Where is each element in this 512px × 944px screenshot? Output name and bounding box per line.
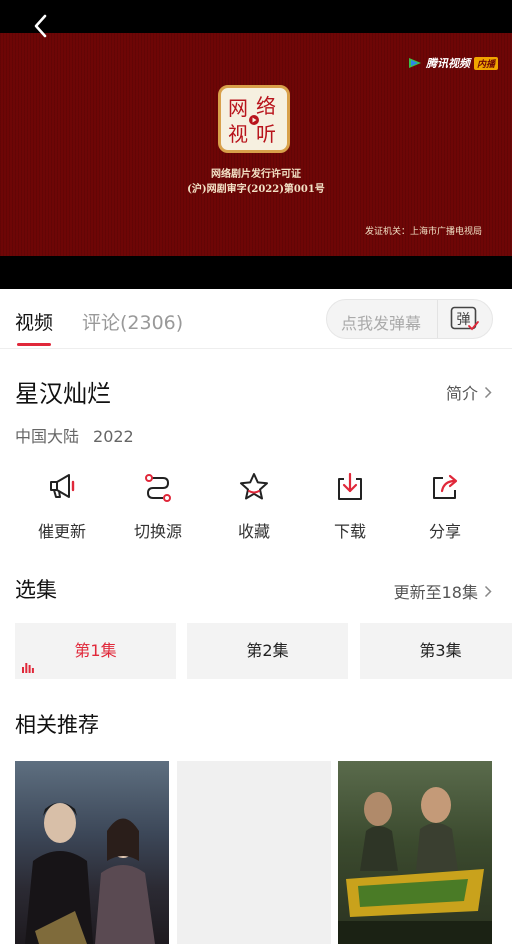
episode-label: 第2集: [246, 641, 289, 660]
chevron-left-icon: [34, 14, 47, 38]
video-frame[interactable]: 腾讯视频 内播 网 络 视 听 网络剧片发行许可证 (沪)网剧审字(2022)第…: [0, 33, 512, 256]
episode-item[interactable]: 第3集: [360, 623, 512, 679]
related-poster[interactable]: [338, 761, 492, 944]
action-label: 收藏: [237, 522, 270, 541]
update-status: 更新至18集: [393, 583, 478, 602]
poster-image: [338, 787, 492, 944]
show-meta: 中国大陆 2022: [15, 423, 134, 447]
action-label: 分享: [428, 522, 461, 541]
show-title: 星汉灿烂: [15, 380, 111, 408]
back-button[interactable]: [28, 12, 54, 40]
chevron-right-icon: [484, 386, 492, 398]
related-poster[interactable]: [15, 761, 169, 944]
danmu-input[interactable]: 点我发弹幕: [341, 310, 421, 334]
now-playing-icon: [22, 663, 34, 673]
episode-label: 第3集: [419, 641, 462, 660]
share-button[interactable]: 分享: [397, 470, 493, 542]
action-label: 切换源: [133, 522, 182, 541]
related-poster[interactable]: [177, 761, 331, 944]
download-icon: [338, 472, 362, 500]
play-logo-icon: [408, 58, 421, 68]
action-label: 催更新: [37, 522, 86, 541]
content-tabs: 视频 评论(2306) 点我发弹幕 弹: [0, 289, 512, 349]
brand-watermark: 腾讯视频 内播: [408, 55, 498, 71]
episode-item[interactable]: 第2集: [187, 623, 348, 679]
brand-badge: 内播: [473, 56, 498, 70]
megaphone-icon: [50, 474, 75, 498]
tab-comments[interactable]: 评论(2306): [82, 308, 183, 335]
favorite-button[interactable]: 收藏: [206, 470, 302, 542]
all-episodes-button[interactable]: 更新至18集: [394, 579, 492, 603]
poster-image: [25, 802, 155, 944]
brand-name: 腾讯视频: [425, 57, 470, 70]
action-label: 下载: [333, 522, 366, 541]
urge-update-button[interactable]: 催更新: [14, 470, 110, 542]
svg-text:络: 络: [256, 94, 276, 118]
related-list: [15, 761, 512, 944]
show-year: 2022: [93, 427, 134, 446]
episode-list: 第1集 第2集 第3集: [15, 623, 512, 679]
intro-button[interactable]: 简介: [446, 380, 492, 404]
episodes-heading: 选集: [15, 578, 57, 602]
danmu-bar: 点我发弹幕 弹: [326, 299, 493, 339]
license-seal: 网 络 视 听: [218, 85, 290, 153]
active-tab-indicator: [17, 343, 51, 346]
switch-source-icon: [145, 474, 171, 502]
show-region: 中国大陆: [15, 427, 80, 446]
episode-label: 第1集: [74, 641, 117, 660]
intro-label: 简介: [445, 384, 478, 403]
license-title: 网络剧片发行许可证: [211, 169, 301, 180]
svg-text:听: 听: [256, 122, 276, 146]
seal-logo-icon: 网 络 视 听: [228, 94, 276, 146]
chevron-right-icon: [484, 585, 492, 597]
episode-item[interactable]: 第1集: [15, 623, 176, 679]
download-button[interactable]: 下载: [302, 470, 398, 542]
switch-source-button[interactable]: 切换源: [110, 470, 206, 542]
license-issuer: 发证机关：上海市广播电视局: [364, 227, 482, 237]
video-player[interactable]: 腾讯视频 内播 网 络 视 听 网络剧片发行许可证 (沪)网剧审字(2022)第…: [0, 0, 512, 289]
svg-text:网: 网: [228, 96, 248, 120]
divider: [437, 300, 438, 338]
svg-text:视: 视: [228, 122, 248, 146]
danmu-toggle-icon[interactable]: 弹: [450, 306, 480, 333]
share-icon: [433, 474, 458, 499]
license-number: (沪)网剧审字(2022)第001号: [187, 184, 325, 195]
tab-video[interactable]: 视频: [15, 308, 53, 335]
related-heading: 相关推荐: [15, 713, 99, 737]
action-row: 催更新 切换源 收藏 下载 分享: [0, 470, 512, 550]
star-icon: [240, 473, 268, 500]
